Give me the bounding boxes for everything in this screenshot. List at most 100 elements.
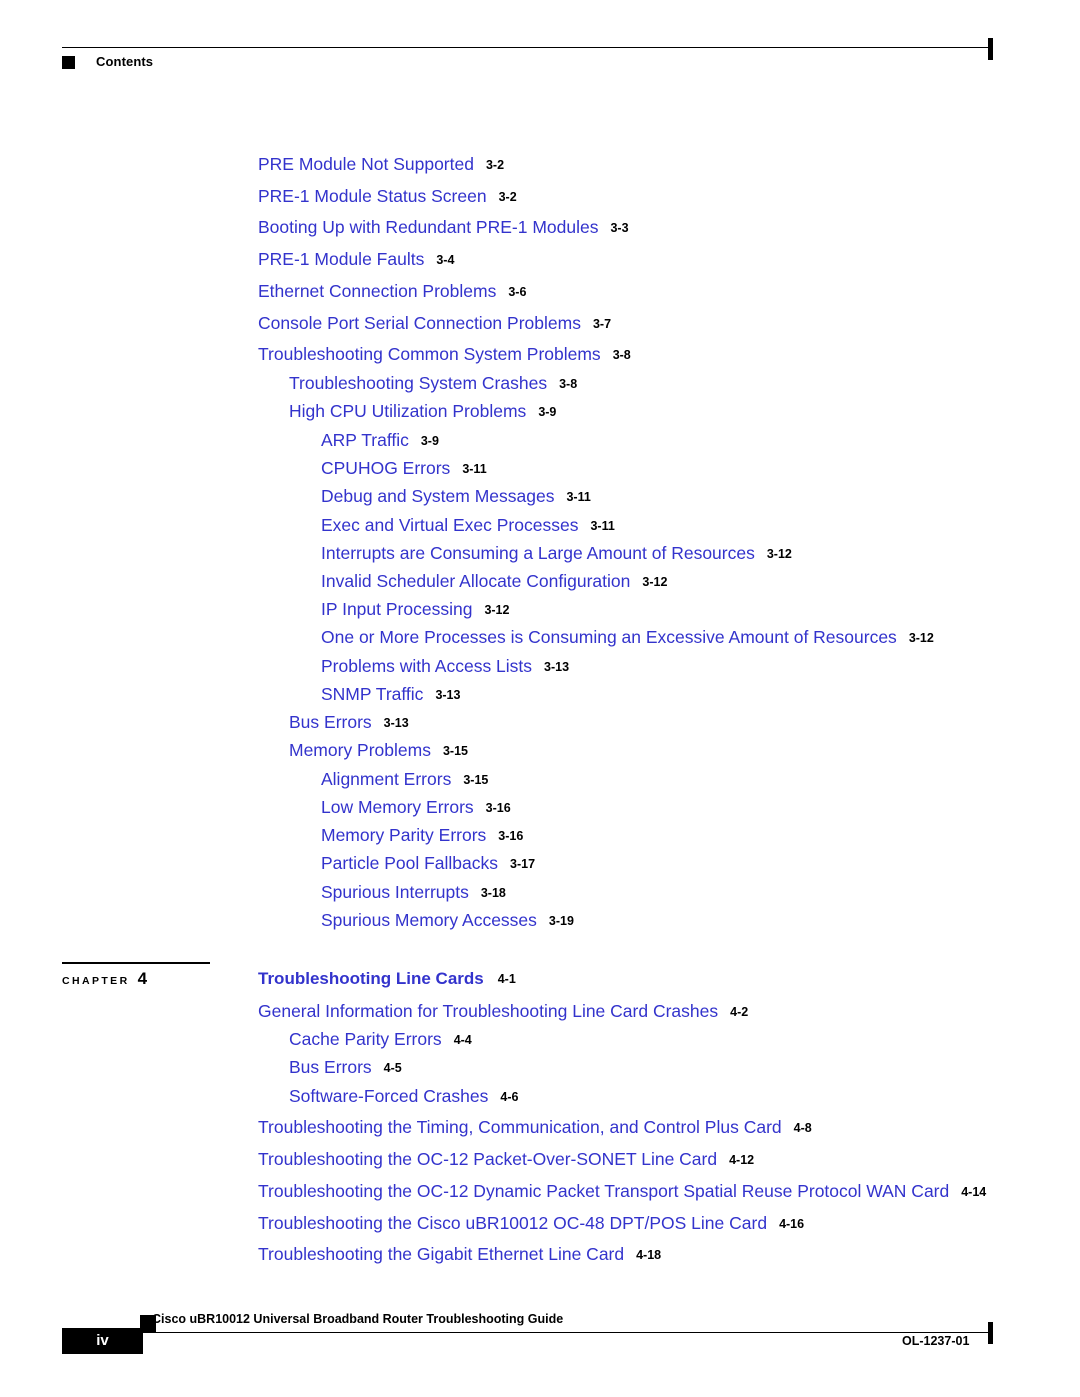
toc-entry-title[interactable]: Interrupts are Consuming a Large Amount … <box>321 543 755 563</box>
toc-entry-title[interactable]: Troubleshooting Common System Problems <box>258 344 601 364</box>
toc-entry-page-number: 3-3 <box>610 221 629 235</box>
toc-entry-level-3[interactable]: Memory Parity Errors 3-16 <box>321 825 524 845</box>
toc-entry-page-number: 3-13 <box>383 716 409 730</box>
toc-entry-title[interactable]: Troubleshooting the OC-12 Dynamic Packet… <box>258 1181 949 1201</box>
toc-entry-page-number: 3-15 <box>442 744 469 758</box>
toc-entry-title[interactable]: Bus Errors <box>289 712 372 732</box>
toc-entry-title[interactable]: Troubleshooting the Timing, Communicatio… <box>258 1117 782 1137</box>
toc-entry-level-2[interactable]: High CPU Utilization Problems 3-9 <box>289 401 557 421</box>
toc-entry-title[interactable]: Software-Forced Crashes <box>289 1086 488 1106</box>
toc-entry-level-3[interactable]: SNMP Traffic 3-13 <box>321 684 460 704</box>
toc-entry-level-3[interactable]: IP Input Processing 3-12 <box>321 599 509 619</box>
toc-entry-level-1[interactable]: Troubleshooting Common System Problems 3-… <box>258 344 631 364</box>
toc-entry-page-number: 3-19 <box>548 914 574 928</box>
toc-entry-level-3[interactable]: CPUHOG Errors 3-11 <box>321 458 487 478</box>
toc-entry-title[interactable]: Troubleshooting Line Cards <box>258 969 484 988</box>
toc-entry-level-2[interactable]: Bus Errors 3-13 <box>289 712 409 732</box>
toc-entry-page-number: 4-4 <box>453 1033 472 1047</box>
toc-entry-level-1[interactable]: Troubleshooting the OC-12 Dynamic Packet… <box>258 1181 986 1201</box>
toc-entry-title[interactable]: ARP Traffic <box>321 430 409 450</box>
toc-entry-level-2[interactable]: Troubleshooting System Crashes 3-8 <box>289 373 578 393</box>
toc-entry-title[interactable]: Invalid Scheduler Allocate Configuration <box>321 571 630 591</box>
header-divider-rule <box>62 47 992 48</box>
toc-entry-page-number: 3-2 <box>485 158 505 172</box>
toc-entry-level-1[interactable]: PRE Module Not Supported 3-2 <box>258 154 505 174</box>
toc-entry-title[interactable]: Spurious Interrupts <box>321 882 469 902</box>
toc-entry-level-1[interactable]: PRE-1 Module Faults 3-4 <box>258 249 455 269</box>
toc-entry-level-1[interactable]: Troubleshooting the Cisco uBR10012 OC-48… <box>258 1213 804 1233</box>
toc-entry-title[interactable]: Debug and System Messages <box>321 486 554 506</box>
toc-entry-level-1[interactable]: PRE-1 Module Status Screen 3-2 <box>258 186 517 206</box>
toc-entry-page-number: 3-16 <box>485 801 511 815</box>
toc-entry-level-3[interactable]: Exec and Virtual Exec Processes 3-11 <box>321 515 615 535</box>
toc-entry-level-3[interactable]: Problems with Access Lists 3-13 <box>321 656 570 676</box>
toc-entry-title[interactable]: Troubleshooting the Cisco uBR10012 OC-48… <box>258 1213 767 1233</box>
toc-entry-page-number: 3-8 <box>559 377 578 391</box>
toc-entry-title[interactable]: PRE-1 Module Status Screen <box>258 186 487 206</box>
toc-entry-level-3[interactable]: Low Memory Errors 3-16 <box>321 797 511 817</box>
toc-entry-page-number: 3-17 <box>510 857 536 871</box>
toc-entry-level-1[interactable]: Booting Up with Redundant PRE-1 Modules 3… <box>258 217 629 237</box>
toc-entry-title[interactable]: Booting Up with Redundant PRE-1 Modules <box>258 217 598 237</box>
toc-entry-title[interactable]: Alignment Errors <box>321 769 451 789</box>
toc-entry-page-number: 3-13 <box>544 660 570 674</box>
toc-entry-page-number: 3-11 <box>590 519 615 533</box>
toc-entry-title[interactable]: One or More Processes is Consuming an Ex… <box>321 627 897 647</box>
toc-entry-level-3[interactable]: Spurious Interrupts 3-18 <box>321 882 506 902</box>
toc-entry-level-3[interactable]: One or More Processes is Consuming an Ex… <box>321 627 934 647</box>
toc-entry-page-number: 3-4 <box>436 253 455 267</box>
toc-entry-title[interactable]: Problems with Access Lists <box>321 656 532 676</box>
footer-page-number: iv <box>96 1332 109 1349</box>
toc-entry-title[interactable]: Cache Parity Errors <box>289 1029 442 1049</box>
toc-entry-page-number: 3-11 <box>462 462 487 476</box>
toc-entry-title[interactable]: High CPU Utilization Problems <box>289 401 526 421</box>
toc-entry-title[interactable]: Troubleshooting the Gigabit Ethernet Lin… <box>258 1244 624 1264</box>
toc-entry-level-3[interactable]: Particle Pool Fallbacks 3-17 <box>321 853 536 873</box>
toc-entry-page-number: 3-2 <box>498 190 517 204</box>
toc-entry-title[interactable]: SNMP Traffic <box>321 684 423 704</box>
toc-entry-title[interactable]: General Information for Troubleshooting … <box>258 1001 718 1021</box>
toc-entry-page-number: 4-18 <box>636 1248 662 1262</box>
toc-entry-level-3[interactable]: ARP Traffic 3-9 <box>321 430 439 450</box>
toc-entry-level-1[interactable]: Troubleshooting the Timing, Communicatio… <box>258 1117 812 1137</box>
toc-entry-title[interactable]: Ethernet Connection Problems <box>258 281 496 301</box>
toc-entry-title[interactable]: CPUHOG Errors <box>321 458 450 478</box>
toc-entry-title[interactable]: Troubleshooting System Crashes <box>289 373 547 393</box>
toc-entry-title[interactable]: Particle Pool Fallbacks <box>321 853 498 873</box>
toc-entry-level-2[interactable]: Cache Parity Errors 4-4 <box>289 1029 472 1049</box>
toc-entry-level-1[interactable]: General Information for Troubleshooting … <box>258 1001 749 1021</box>
chapter-marker: CHAPTER 4 <box>62 962 212 989</box>
toc-entry-title[interactable]: PRE Module Not Supported <box>258 154 474 174</box>
toc-entry-title[interactable]: Troubleshooting the OC-12 Packet-Over-SO… <box>258 1149 717 1169</box>
toc-entry-level-2[interactable]: Bus Errors 4-5 <box>289 1057 402 1077</box>
toc-entry-level-1[interactable]: Troubleshooting the OC-12 Packet-Over-SO… <box>258 1149 755 1169</box>
toc-entry-title[interactable]: IP Input Processing <box>321 599 472 619</box>
toc-entry-title[interactable]: Memory Parity Errors <box>321 825 486 845</box>
toc-entry-page-number: 4-2 <box>730 1005 749 1019</box>
toc-entry-page-number: 3-18 <box>480 886 506 900</box>
toc-entry-title[interactable]: PRE-1 Module Faults <box>258 249 424 269</box>
chapter-number-label: 4 <box>137 968 148 988</box>
toc-entry-page-number: 4-12 <box>729 1153 755 1167</box>
toc-entry-level-3[interactable]: Interrupts are Consuming a Large Amount … <box>321 543 792 563</box>
toc-chapter-entry[interactable]: Troubleshooting Line Cards 4-1 <box>258 970 516 988</box>
toc-entry-page-number: 3-9 <box>538 405 557 419</box>
toc-entry-level-1[interactable]: Ethernet Connection Problems 3-6 <box>258 281 526 301</box>
toc-entry-title[interactable]: Low Memory Errors <box>321 797 474 817</box>
toc-entry-title[interactable]: Console Port Serial Connection Problems <box>258 313 581 333</box>
toc-entry-level-3[interactable]: Debug and System Messages 3-11 <box>321 486 591 506</box>
header-edge-tick-mark <box>988 38 993 60</box>
toc-entry-level-3[interactable]: Spurious Memory Accesses 3-19 <box>321 910 574 930</box>
toc-entry-title[interactable]: Bus Errors <box>289 1057 372 1077</box>
toc-entry-page-number: 3-12 <box>766 547 792 561</box>
toc-entry-level-2[interactable]: Software-Forced Crashes 4-6 <box>289 1086 518 1106</box>
toc-entry-level-3[interactable]: Alignment Errors 3-15 <box>321 769 488 789</box>
toc-entry-level-2[interactable]: Memory Problems 3-15 <box>289 740 469 760</box>
toc-entry-level-3[interactable]: Invalid Scheduler Allocate Configuration… <box>321 571 667 591</box>
toc-entry-title[interactable]: Memory Problems <box>289 740 431 760</box>
toc-entry-page-number: 3-16 <box>498 829 524 843</box>
toc-entry-level-1[interactable]: Troubleshooting the Gigabit Ethernet Lin… <box>258 1244 662 1264</box>
toc-entry-title[interactable]: Spurious Memory Accesses <box>321 910 537 930</box>
toc-entry-title[interactable]: Exec and Virtual Exec Processes <box>321 515 578 535</box>
toc-entry-level-1[interactable]: Console Port Serial Connection Problems 3… <box>258 313 611 333</box>
